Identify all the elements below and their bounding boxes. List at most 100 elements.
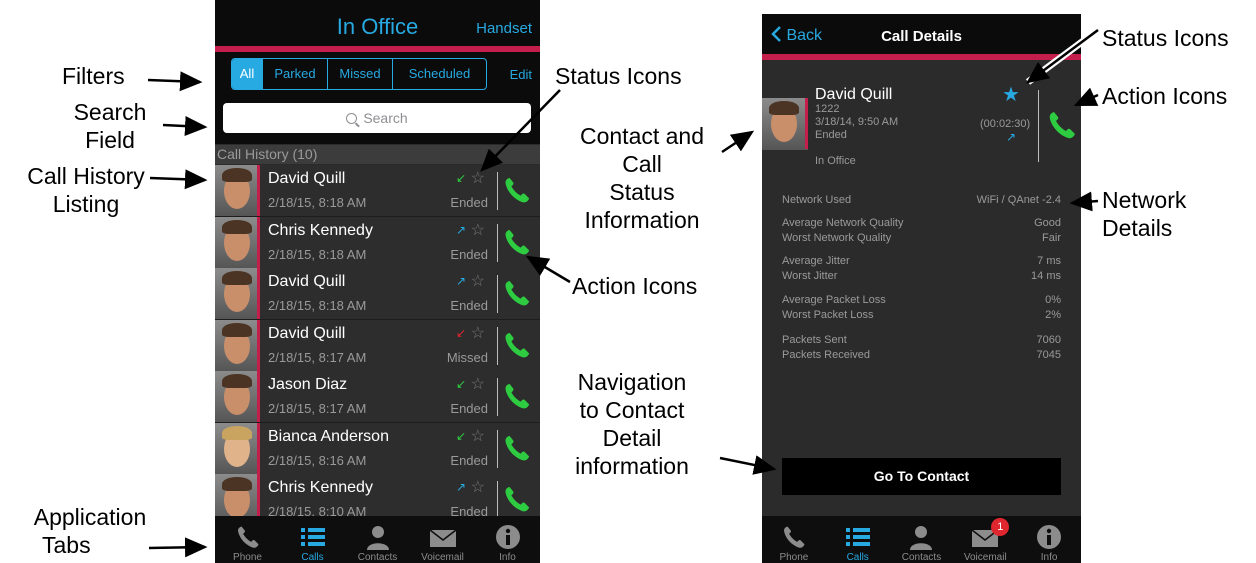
filter-parked[interactable]: Parked [263,59,328,89]
incoming-call-icon: ↙ [455,377,466,391]
call-button-icon[interactable] [502,175,532,205]
network-label: Network Used [782,194,852,206]
favorite-star-icon[interactable]: ☆ [471,477,485,497]
incoming-call-icon: ↙ [455,428,466,443]
avatar[interactable] [215,422,260,474]
favorite-star-icon[interactable]: ☆ [471,323,485,343]
annotation-line: Tabs [42,532,91,558]
favorite-star-icon[interactable]: ☆ [471,374,485,394]
contact-name: Jason Diaz [268,376,348,393]
tab-phone[interactable]: Phone [215,516,280,563]
favorite-star-icon[interactable]: ☆ [471,271,485,291]
tab-voicemail[interactable]: Voicemail 1 [953,516,1017,563]
annotation-line: Call [622,151,662,177]
outgoing-call-icon: ↗ [455,222,466,237]
annotation-action-icons-right: Action Icons [1102,83,1228,109]
annotation-status-icons-right: Status Icons [1102,25,1229,51]
avatar[interactable] [215,216,260,268]
tab-label: Contacts [901,552,942,563]
avatar[interactable] [215,319,260,371]
filter-missed[interactable]: Missed [328,59,393,89]
call-button-icon[interactable] [502,330,532,360]
outgoing-call-icon: ↗ [1006,130,1017,144]
call-status: Ended [450,195,488,210]
contact-name: Chris Kennedy [268,479,373,496]
call-history-row[interactable]: Chris Kennedy 2/18/15, 8:18 AM Ended ↗ ☆ [215,216,540,269]
call-button-icon[interactable] [502,381,532,411]
call-status: Ended [815,129,847,141]
annotation-line: information [575,453,689,479]
favorite-star-icon[interactable]: ☆ [471,168,485,188]
tab-info[interactable]: Info [475,516,540,563]
network-label: Worst Jitter [782,270,838,282]
filter-all[interactable]: All [232,59,263,89]
tab-contacts[interactable]: Contacts [890,516,954,563]
network-label: Packets Received [782,349,871,361]
filter-scheduled[interactable]: Scheduled [393,59,486,89]
divider [497,481,498,519]
contacts-icon [366,526,389,550]
annotation-line: Navigation [577,369,687,395]
annotation-action-icons-left: Action Icons [572,273,698,299]
phone-icon [237,526,259,548]
call-history-row[interactable]: David Quill 2/18/15, 8:17 AM Missed ↙ ☆ [215,319,540,372]
annotation-line: to Contact [579,397,685,423]
search-placeholder: Search [363,110,408,126]
tab-voicemail[interactable]: Voicemail [410,516,475,563]
contact-name: Chris Kennedy [268,221,373,239]
divider [1038,90,1039,162]
go-to-contact-button[interactable]: Go To Contact [782,458,1061,495]
divider [497,275,498,313]
avatar[interactable] [215,371,260,422]
call-status: Ended [450,246,488,262]
call-button-icon[interactable] [502,484,532,514]
network-label: Average Jitter [782,255,850,267]
annotation-line: Status [609,179,675,205]
avatar[interactable] [215,165,260,216]
calls-list-icon [300,528,325,546]
avatar[interactable] [215,268,260,319]
tab-label: Info [1040,552,1058,563]
favorite-star-icon[interactable]: ★ [1002,82,1020,107]
handset-button[interactable]: Handset [476,20,532,37]
network-value: 14 ms [1031,270,1061,282]
contact-name: David Quill [268,273,346,290]
tab-info[interactable]: Info [1017,516,1081,563]
accent-band [762,54,1081,60]
outgoing-call-icon: ↗ [455,274,466,288]
annotation-call-history: Call History Listing [6,162,166,218]
divider [497,378,498,416]
call-duration: (00:02:30) [980,118,1031,130]
contact-avatar[interactable] [762,98,808,150]
tab-calls[interactable]: Calls [826,516,890,563]
call-history-row[interactable]: David Quill 2/18/15, 8:18 AM Ended ↗ ☆ [215,268,540,320]
call-button-icon[interactable] [502,227,532,257]
contacts-icon [910,526,933,550]
network-value: 7045 [1036,349,1061,361]
page-title: Call Details [881,28,962,45]
network-label: Average Packet Loss [782,294,886,306]
call-history-row[interactable]: David Quill 2/18/15, 8:18 AM Ended ↙ ☆ [215,165,540,217]
annotation-filters: Filters [62,63,125,89]
network-value: WiFi / QAnet -2.4 [976,194,1061,206]
call-history-row[interactable]: Jason Diaz 2/18/15, 8:17 AM Ended ↙ ☆ [215,371,540,423]
annotation-line: Field [85,127,135,153]
tab-calls[interactable]: Calls [280,516,345,563]
favorite-star-icon[interactable]: ☆ [471,220,485,240]
edit-button[interactable]: Edit [510,67,532,82]
call-button-icon[interactable] [502,278,532,308]
search-input[interactable]: Search [223,103,531,133]
annotation-line: Information [584,207,700,233]
divider [497,429,498,468]
contact-name: Bianca Anderson [268,427,389,445]
tab-phone[interactable]: Phone [762,516,826,563]
annotation-line: Network [1102,187,1187,213]
call-history-row[interactable]: Bianca Anderson 2/18/15, 8:16 AM Ended ↙ ☆ [215,422,540,475]
divider [497,223,498,262]
tab-contacts[interactable]: Contacts [345,516,410,563]
favorite-star-icon[interactable]: ☆ [471,426,485,446]
call-button-icon[interactable] [1046,109,1078,141]
annotation-line: Contact and [579,123,705,149]
missed-call-icon: ↙ [455,325,466,340]
call-button-icon[interactable] [502,433,532,463]
